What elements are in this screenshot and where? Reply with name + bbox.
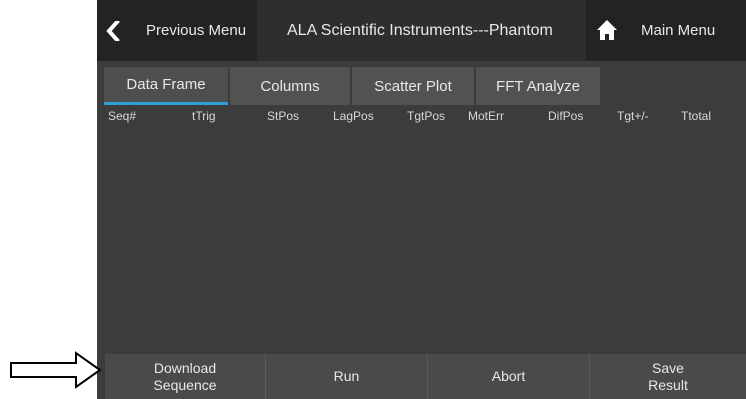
home-icon: [597, 20, 617, 40]
right-arrow-outline-icon: [10, 351, 102, 389]
download-sequence-label: Download Sequence: [153, 360, 216, 394]
previous-menu-button[interactable]: Previous Menu: [97, 0, 257, 61]
app-screen: Previous Menu ALA Scientific Instruments…: [97, 0, 746, 399]
column-header-difpos: DifPos: [548, 109, 584, 123]
save-result-button[interactable]: Save Result: [589, 354, 746, 399]
tab-scatter-plot[interactable]: Scatter Plot: [352, 67, 474, 105]
chevron-left-icon: [106, 21, 120, 41]
app-title: ALA Scientific Instruments---Phantom: [287, 22, 553, 39]
column-header-stpos: StPos: [267, 109, 300, 123]
abort-button[interactable]: Abort: [427, 354, 589, 399]
tab-bar: Data Frame Columns Scatter Plot FFT Anal…: [97, 61, 746, 107]
download-label-line1: Download: [153, 359, 217, 376]
table-header: Seq# tTrig StPos LagPos TgtPos MotErr Di…: [97, 107, 746, 125]
top-bar: Previous Menu ALA Scientific Instruments…: [97, 0, 746, 61]
column-header-tgt-plus-minus: Tgt+/-: [617, 109, 649, 123]
save-label-line2: Result: [648, 376, 688, 393]
run-button[interactable]: Run: [265, 354, 427, 399]
previous-menu-label: Previous Menu: [146, 22, 247, 39]
column-header-tgtpos: TgtPos: [407, 109, 446, 123]
save-result-label: Save Result: [648, 360, 688, 394]
tab-columns[interactable]: Columns: [230, 67, 350, 105]
tab-data-frame[interactable]: Data Frame: [104, 67, 228, 105]
column-header-seq: Seq#: [108, 109, 137, 123]
bottom-button-bar: Download Sequence Run Abort Save Result: [97, 354, 746, 399]
column-header-lagpos: LagPos: [333, 109, 374, 123]
save-label-line1: Save: [652, 359, 684, 376]
download-sequence-button[interactable]: Download Sequence: [105, 354, 265, 399]
tab-fft-analyze[interactable]: FFT Analyze: [476, 67, 600, 105]
download-label-line2: Sequence: [153, 376, 217, 393]
data-table-body[interactable]: [97, 125, 746, 353]
main-menu-button[interactable]: Main Menu: [586, 0, 746, 61]
column-header-moterr: MotErr: [468, 109, 504, 123]
column-header-ttotal: Ttotal: [681, 109, 712, 123]
main-menu-label: Main Menu: [641, 22, 716, 39]
column-header-ttrig: tTrig: [192, 109, 216, 123]
